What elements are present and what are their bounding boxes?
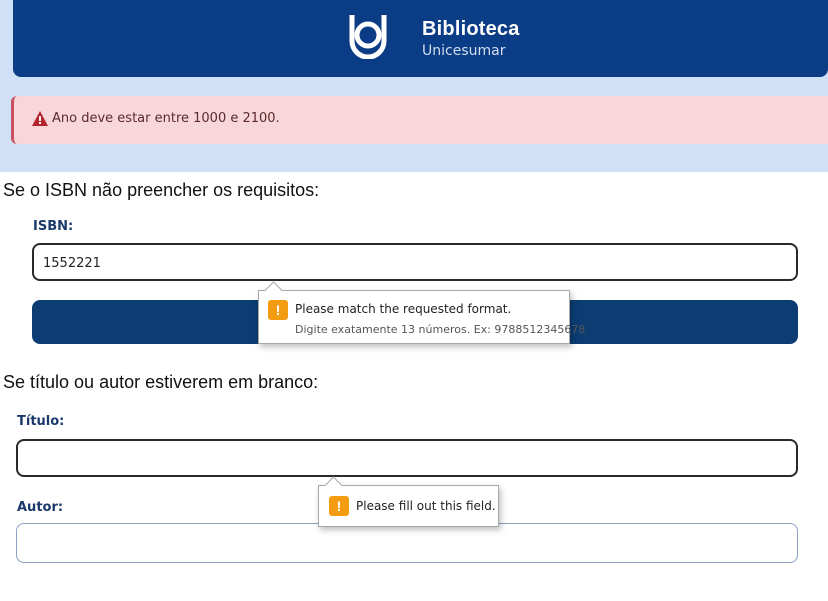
isbn-input-value: 1552221 — [43, 256, 101, 271]
brand-title: Biblioteca — [422, 18, 520, 40]
warning-triangle-icon — [32, 111, 48, 126]
title-input[interactable] — [16, 439, 798, 477]
required-field-tooltip: ! Please fill out this field. — [318, 476, 499, 527]
warning-icon: ! — [268, 300, 288, 320]
tooltip-message: Please fill out this field. — [356, 499, 496, 513]
isbn-input[interactable]: 1552221 — [32, 243, 798, 281]
caption-title-author: Se título ou autor estiverem em branco: — [3, 372, 319, 392]
isbn-validation-tooltip: ! Please match the requested format. Dig… — [258, 281, 585, 344]
brand-subtitle: Unicesumar — [422, 43, 506, 59]
unicesumar-logo-icon — [349, 15, 387, 59]
isbn-label: ISBN: — [33, 219, 74, 234]
tooltip-detail: Digite exatamente 13 números. Ex: 978851… — [295, 323, 586, 336]
author-input[interactable] — [16, 523, 798, 563]
header-bar: Biblioteca Unicesumar — [13, 0, 828, 77]
error-alert: Ano deve estar entre 1000 e 2100. — [11, 96, 828, 144]
warning-icon: ! — [329, 496, 349, 516]
library-screenshot-alert: Biblioteca Unicesumar Ano deve estar ent… — [0, 0, 828, 172]
author-label: Autor: — [17, 500, 64, 515]
title-label: Título: — [17, 414, 65, 429]
caption-isbn: Se o ISBN não preencher os requisitos: — [3, 180, 320, 200]
tooltip-title: Please match the requested format. — [295, 302, 512, 316]
alert-message: Ano deve estar entre 1000 e 2100. — [52, 111, 280, 126]
